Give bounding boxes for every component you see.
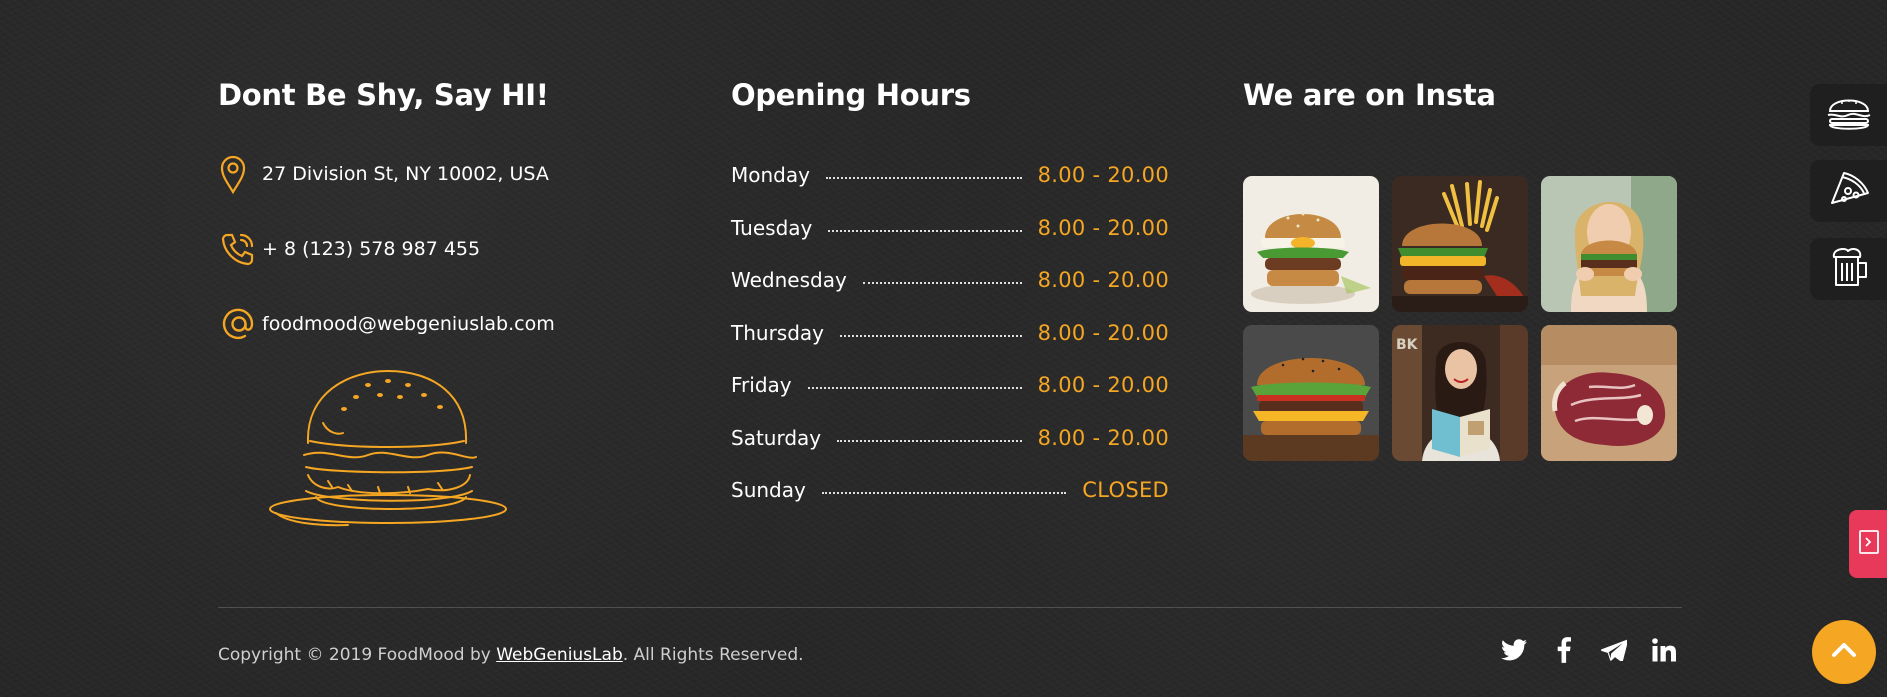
phone-item[interactable]: + 8 (123) 578 987 455	[218, 227, 658, 271]
burger-icon	[1826, 93, 1872, 137]
webgeniuslab-link[interactable]: WebGeniusLab	[496, 645, 623, 665]
hours-row-thursday: Thursday 8.00 - 20.00	[731, 307, 1169, 360]
hours-row-saturday: Saturday 8.00 - 20.00	[731, 412, 1169, 465]
hours-row-monday: Monday 8.00 - 20.00	[731, 149, 1169, 202]
side-tab-purchase[interactable]	[1849, 510, 1887, 578]
hours-time: 8.00 - 20.00	[1037, 268, 1169, 293]
svg-text:BK: BK	[1396, 337, 1419, 353]
insta-grid: BK	[1243, 176, 1683, 461]
hours-day: Friday	[731, 373, 792, 398]
hours-day: Tuesday	[731, 215, 813, 240]
hours-time: 8.00 - 20.00	[1037, 373, 1169, 398]
hours-day: Monday	[731, 163, 810, 188]
pizza-icon	[1826, 169, 1872, 213]
beer-icon	[1826, 245, 1872, 293]
hours-time: 8.00 - 20.00	[1037, 425, 1169, 450]
copyright-prefix: Copyright © 2019 FoodMood by	[218, 645, 497, 665]
hours-dotted-leader	[821, 492, 1067, 495]
hours-time: 8.00 - 20.00	[1037, 163, 1169, 188]
linkedin-icon[interactable]	[1650, 636, 1678, 664]
hours-dotted-leader	[825, 177, 1022, 180]
hours-row-tuesday: Tuesday 8.00 - 20.00	[731, 202, 1169, 255]
address-item: 27 Division St, NY 10002, USA	[218, 152, 658, 196]
hours-day: Saturday	[731, 425, 822, 450]
hours-time: 8.00 - 20.00	[1037, 215, 1169, 240]
hours-title: Opening Hours	[731, 78, 971, 112]
social-links	[1500, 636, 1678, 664]
hours-time: CLOSED	[1082, 478, 1169, 503]
address-text: 27 Division St, NY 10002, USA	[262, 163, 549, 185]
email-item[interactable]: foodmood@webgeniuslab.com	[218, 302, 658, 346]
twitter-icon[interactable]	[1500, 636, 1528, 664]
hours-column: Opening Hours Monday 8.00 - 20.00 Tuesda…	[731, 78, 1171, 517]
scroll-to-top-button[interactable]	[1812, 620, 1876, 684]
facebook-icon[interactable]	[1550, 636, 1578, 664]
hours-dotted-leader	[840, 334, 1022, 337]
contact-column: Dont Be Shy, Say HI! 27 Division St, NY …	[218, 78, 658, 527]
side-tab-beer[interactable]	[1810, 238, 1887, 300]
hours-list: Monday 8.00 - 20.00 Tuesday 8.00 - 20.00…	[731, 149, 1169, 517]
hours-dotted-leader	[862, 282, 1022, 285]
hours-row-friday: Friday 8.00 - 20.00	[731, 359, 1169, 412]
insta-title: We are on Insta	[1243, 78, 1496, 112]
hours-day: Thursday	[731, 320, 824, 345]
telegram-icon[interactable]	[1600, 636, 1628, 664]
chevron-up-icon	[1830, 641, 1858, 663]
burger-fries-photo[interactable]	[1392, 176, 1528, 312]
hours-dotted-leader	[837, 439, 1022, 442]
woman-reading-menu-photo[interactable]: BK	[1392, 325, 1528, 461]
hours-dotted-leader	[828, 229, 1022, 232]
side-tab-burger[interactable]	[1810, 84, 1887, 146]
door-arrow-icon	[1856, 528, 1880, 560]
phone-text[interactable]: + 8 (123) 578 987 455	[262, 238, 480, 260]
hours-time: 8.00 - 20.00	[1037, 320, 1169, 345]
raw-steak-photo[interactable]	[1541, 325, 1677, 461]
woman-eating-burger-photo[interactable]	[1541, 176, 1677, 312]
copyright-text: Copyright © 2019 FoodMood by WebGeniusLa…	[218, 645, 804, 665]
side-tab-pizza[interactable]	[1810, 160, 1887, 222]
contact-title: Dont Be Shy, Say HI!	[218, 78, 549, 112]
hours-dotted-leader	[807, 387, 1022, 390]
email-text[interactable]: foodmood@webgeniuslab.com	[262, 313, 555, 335]
contact-list: 27 Division St, NY 10002, USA + 8 (123) …	[218, 152, 658, 346]
hours-row-wednesday: Wednesday 8.00 - 20.00	[731, 254, 1169, 307]
hours-day: Wednesday	[731, 268, 847, 293]
copyright-suffix: . All Rights Reserved.	[622, 645, 804, 665]
hours-row-sunday: Sunday CLOSED	[731, 464, 1169, 517]
hours-day: Sunday	[731, 478, 806, 503]
burger-egg-photo[interactable]	[1243, 176, 1379, 312]
footer-section: Dont Be Shy, Say HI! 27 Division St, NY …	[0, 0, 1887, 697]
at-sign-icon	[218, 302, 262, 346]
phone-icon	[218, 227, 262, 271]
location-pin-icon	[218, 152, 262, 196]
insta-column: We are on Insta BK	[1243, 78, 1683, 461]
burger-sketch-illustration	[268, 363, 508, 532]
cheeseburger-photo[interactable]	[1243, 325, 1379, 461]
footer-divider	[218, 607, 1682, 608]
